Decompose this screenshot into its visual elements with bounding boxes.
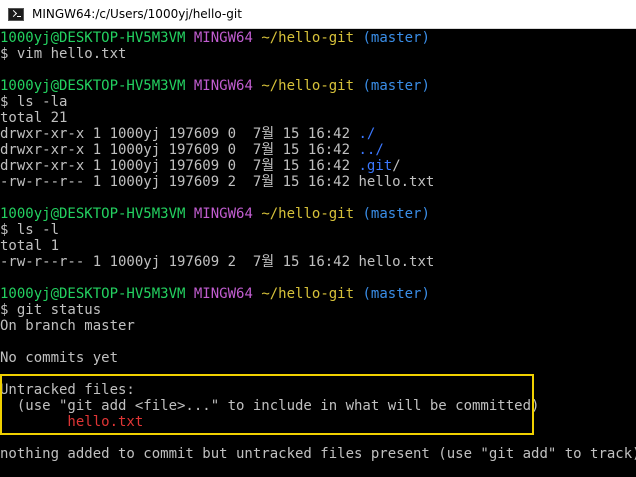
output-line: On branch master <box>0 318 135 334</box>
prompt-path: ~/hello-git <box>261 206 355 222</box>
terminal-app-icon <box>8 7 24 21</box>
prompt-path: ~/hello-git <box>261 78 355 94</box>
ls-row-name: ./ <box>358 126 376 142</box>
ls-row-meta: drwxr-xr-x 1 1000yj 197609 0 7월 15 16:42 <box>0 126 359 142</box>
ls-row-meta: -rw-r--r-- 1 1000yj 197609 2 7월 15 16:42 <box>0 174 359 190</box>
prompt-path: ~/hello-git <box>261 30 355 46</box>
terminal-window: MINGW64:/c/Users/1000yj/hello-git 1000yj… <box>0 0 636 477</box>
terminal-output[interactable]: 1000yj@DESKTOP-HV5M3VM MINGW64 ~/hello-g… <box>0 30 636 477</box>
prompt-line: 1000yj@DESKTOP-HV5M3VM MINGW64 ~/hello-g… <box>0 78 636 94</box>
ls-row-name: .git <box>358 158 393 174</box>
untracked-hint: (use "git add <file>..." to include in w… <box>0 398 540 414</box>
prompt-env: MINGW64 <box>193 78 253 94</box>
command-line: $ git status <box>0 302 102 318</box>
prompt-path: ~/hello-git <box>261 286 355 302</box>
ls-row: -rw-r--r-- 1 1000yj 197609 2 7월 15 16:42… <box>0 254 435 270</box>
prompt-user-host: 1000yj@DESKTOP-HV5M3VM <box>0 286 186 302</box>
prompt-user-host: 1000yj@DESKTOP-HV5M3VM <box>0 78 186 94</box>
prompt-branch: (master) <box>362 286 430 302</box>
prompt-user-host: 1000yj@DESKTOP-HV5M3VM <box>0 206 186 222</box>
command-line: $ ls -la <box>0 94 68 110</box>
prompt-line: 1000yj@DESKTOP-HV5M3VM MINGW64 ~/hello-g… <box>0 286 636 302</box>
ls-row-meta: drwxr-xr-x 1 1000yj 197609 0 7월 15 16:42 <box>0 158 359 174</box>
prompt-env: MINGW64 <box>193 206 253 222</box>
prompt-env: MINGW64 <box>193 286 253 302</box>
window-title: MINGW64:/c/Users/1000yj/hello-git <box>32 7 242 21</box>
ls-row-name: hello.txt <box>358 174 435 190</box>
ls-row: drwxr-xr-x 1 1000yj 197609 0 7월 15 16:42… <box>0 126 636 142</box>
ls-row: drwxr-xr-x 1 1000yj 197609 0 7월 15 16:42… <box>0 142 636 158</box>
prompt-user-host: 1000yj@DESKTOP-HV5M3VM <box>0 30 186 46</box>
ls-row: -rw-r--r-- 1 1000yj 197609 2 7월 15 16:42… <box>0 174 636 190</box>
ls-row-suffix: / <box>392 158 401 174</box>
prompt-line: 1000yj@DESKTOP-HV5M3VM MINGW64 ~/hello-g… <box>0 206 636 222</box>
prompt-branch: (master) <box>362 30 430 46</box>
ls-row-name: ../ <box>358 142 384 158</box>
output-line: No commits yet <box>0 350 119 366</box>
ls-row: drwxr-xr-x 1 1000yj 197609 0 7월 15 16:42… <box>0 158 636 174</box>
output-line: total 1 <box>0 238 60 254</box>
command-line: $ vim hello.txt <box>0 46 127 62</box>
untracked-file: hello.txt <box>0 414 144 430</box>
prompt-branch: (master) <box>362 206 430 222</box>
untracked-header: Untracked files: <box>0 382 135 398</box>
title-bar[interactable]: MINGW64:/c/Users/1000yj/hello-git <box>0 0 636 29</box>
ls-row-meta: drwxr-xr-x 1 1000yj 197609 0 7월 15 16:42 <box>0 142 359 158</box>
status-footer: nothing added to commit but untracked fi… <box>0 446 636 462</box>
prompt-branch: (master) <box>362 78 430 94</box>
command-line: $ ls -l <box>0 222 60 238</box>
output-line: total 21 <box>0 110 68 126</box>
prompt-line: 1000yj@DESKTOP-HV5M3VM MINGW64 ~/hello-g… <box>0 30 636 46</box>
prompt-env: MINGW64 <box>193 30 253 46</box>
